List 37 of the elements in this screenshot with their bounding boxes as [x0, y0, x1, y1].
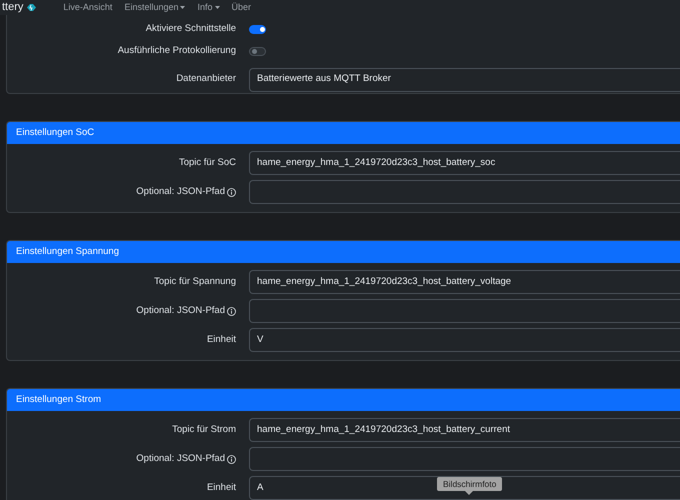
- info-icon[interactable]: [227, 454, 236, 464]
- text-input[interactable]: hame_energy_hma_1_2419720d23c3_host_battery_voltage: [249, 270, 680, 294]
- field-label: Optional: JSON-Pfad: [136, 452, 225, 466]
- nav-link[interactable]: Über: [232, 0, 252, 14]
- select-dropdown[interactable]: Batteriewerte aus MQTT Broker: [249, 68, 680, 92]
- text-input[interactable]: hame_energy_hma_1_2419720d23c3_host_battery_soc: [249, 151, 680, 175]
- text-input[interactable]: [249, 299, 680, 323]
- field-label: Einheit: [206, 480, 236, 495]
- card-header: Einstellungen Strom: [7, 389, 680, 411]
- field-label: Optional: JSON-Pfad: [136, 304, 225, 318]
- field-label: Ausführliche Protokollierung: [118, 44, 236, 58]
- tooltip: Bildschirmfoto: [437, 477, 502, 491]
- tooltip-arrow-icon: [465, 491, 473, 495]
- info-icon[interactable]: [227, 188, 236, 196]
- info-icon[interactable]: [227, 306, 236, 316]
- field-label: Einheit: [206, 332, 236, 347]
- text-input[interactable]: hame_energy_hma_1_2419720d23c3_host_battery_current: [249, 418, 680, 442]
- caret-icon: [214, 6, 220, 9]
- text-input[interactable]: V: [249, 328, 680, 352]
- nav-link[interactable]: Info: [197, 0, 220, 14]
- card-header: Einstellungen SoC: [7, 122, 680, 144]
- toggle-switch[interactable]: [249, 46, 266, 56]
- nav-link[interactable]: Einstellungen: [124, 0, 186, 14]
- card-header: Einstellungen Spannung: [7, 241, 680, 263]
- logo-icon: [26, 3, 38, 12]
- text-input[interactable]: [249, 447, 680, 471]
- field-label: Aktiviere Schnittstelle: [146, 22, 236, 36]
- caret-icon: [180, 6, 186, 9]
- field-label: Topic für SoC: [178, 156, 236, 170]
- brand-name[interactable]: ttery: [2, 0, 24, 16]
- field-label: Optional: JSON-Pfad: [136, 184, 225, 199]
- text-input[interactable]: [249, 180, 680, 204]
- nav-link[interactable]: Live-Ansicht: [63, 0, 112, 14]
- field-label: Topic für Strom: [172, 422, 236, 437]
- field-label: Topic für Spannung: [154, 274, 236, 289]
- field-label: Datenanbieter: [176, 72, 236, 86]
- toggle-switch[interactable]: [249, 24, 266, 34]
